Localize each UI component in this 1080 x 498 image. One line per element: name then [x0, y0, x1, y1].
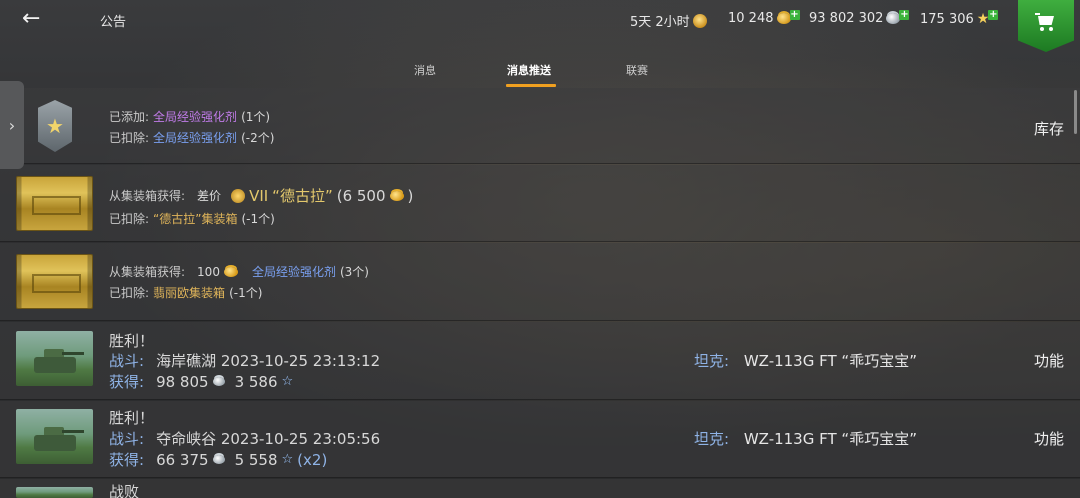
back-arrow-icon[interactable]: ← — [22, 8, 48, 30]
xp-star-icon: ☆ — [281, 374, 294, 389]
container-chest-icon — [16, 254, 93, 309]
tab-message-push[interactable]: 消息推送 — [507, 62, 551, 78]
gold-coin-icon — [776, 13, 791, 24]
add-credits-plus-icon[interactable]: + — [899, 9, 910, 20]
list-item[interactable]: 从集装箱获得: 差价 VII “德古拉” (6 500 ) 已扣除: “德古拉”… — [0, 165, 1080, 242]
page-title: 公告 — [100, 15, 127, 30]
add-free-xp-plus-icon[interactable]: + — [988, 10, 999, 20]
tab-league[interactable]: 联赛 — [626, 62, 648, 78]
premium-status[interactable]: 5天 2小时 — [630, 11, 707, 30]
tank-info: 坦克: WZ-113G FT “乖巧宝宝” — [694, 430, 917, 448]
premium-badge-icon — [692, 13, 707, 28]
gold-balance[interactable]: 10 248 + — [728, 9, 800, 26]
tier-badge-icon — [231, 188, 246, 203]
credits-coin-icon — [212, 377, 225, 386]
scrollbar[interactable] — [1074, 90, 1077, 134]
credits-amount: 93 802 302 — [809, 11, 884, 26]
gold-coins-icon — [389, 190, 404, 201]
xp-star-icon: ☆ — [281, 452, 294, 467]
list-item-line: 已扣除: 翡丽欧集装箱 (-1个) — [109, 286, 263, 300]
list-item[interactable]: 胜利！ 战斗: 夺命峡谷 2023-10-25 23:05:56 获得: 66 … — [0, 401, 1080, 478]
list-item[interactable]: 胜利！ 战斗: 海岸礁湖 2023-10-25 23:13:12 获得: 98 … — [0, 322, 1080, 400]
list-item-line: 战斗: 夺命峡谷 2023-10-25 23:05:56 — [109, 430, 381, 448]
list-item[interactable]: 战败 — [0, 479, 1080, 498]
inventory-button[interactable]: 库存 — [1034, 118, 1064, 139]
booster-medal-icon: ★ — [38, 100, 72, 152]
free-xp-amount: 175 306 — [920, 11, 974, 27]
tank-thumbnail-icon — [16, 409, 93, 464]
list-item-line: 已扣除: “德古拉”集装箱 (-1个) — [109, 212, 275, 226]
tank-thumbnail-icon — [16, 331, 93, 386]
list-item-line: 获得: 98 805 3 586 ☆ — [109, 372, 294, 392]
list-item-line: 从集装箱获得: 差价 VII “德古拉” (6 500 ) — [109, 186, 414, 206]
gold-amount: 10 248 — [728, 11, 774, 26]
function-button[interactable]: 功能 — [1034, 350, 1064, 371]
battle-result: 战败 — [109, 483, 140, 498]
list-item[interactable]: 从集装箱获得: 100 全局经验强化剂 (3个) 已扣除: 翡丽欧集装箱 (-1… — [0, 243, 1080, 321]
credits-coin-icon — [886, 13, 901, 24]
add-gold-plus-icon[interactable]: + — [789, 9, 800, 20]
container-chest-icon — [16, 176, 93, 231]
tank-info: 坦克: WZ-113G FT “乖巧宝宝” — [694, 352, 917, 370]
battle-result: 胜利！ — [109, 332, 155, 350]
function-button[interactable]: 功能 — [1034, 428, 1064, 449]
active-tab-indicator — [506, 84, 556, 87]
list-item-line: 已添加: 全局经验强化剂 (1个) — [109, 110, 271, 124]
battle-result: 胜利！ — [109, 409, 155, 427]
list-item-line: 已扣除: 全局经验强化剂 (-2个) — [109, 131, 275, 145]
credits-coin-icon — [212, 455, 225, 464]
expand-panel-chevron-icon[interactable]: › — [0, 81, 24, 169]
list-item-line: 战斗: 海岸礁湖 2023-10-25 23:13:12 — [109, 352, 381, 370]
top-bar: ← 公告 5天 2小时 10 248 + 93 802 302 + 175 30… — [0, 0, 1080, 52]
gold-coins-icon — [223, 266, 238, 277]
list-item[interactable]: ★ 已添加: 全局经验强化剂 (1个) 已扣除: 全局经验强化剂 (-2个) 库… — [0, 88, 1080, 164]
list-item-line: 获得: 66 375 5 558 ☆ (x2) — [109, 450, 328, 470]
tab-bar: 消息 消息推送 联赛 — [380, 52, 700, 88]
premium-time: 5天 2小时 — [630, 15, 690, 30]
list-item-line: 从集装箱获得: 100 全局经验强化剂 (3个) — [109, 264, 369, 280]
tank-thumbnail-icon — [16, 487, 93, 498]
shopping-cart-icon — [1035, 13, 1057, 31]
free-xp-balance[interactable]: 175 306 ★ + — [920, 10, 999, 27]
credits-balance[interactable]: 93 802 302 + — [809, 9, 910, 26]
tab-messages[interactable]: 消息 — [414, 62, 436, 78]
